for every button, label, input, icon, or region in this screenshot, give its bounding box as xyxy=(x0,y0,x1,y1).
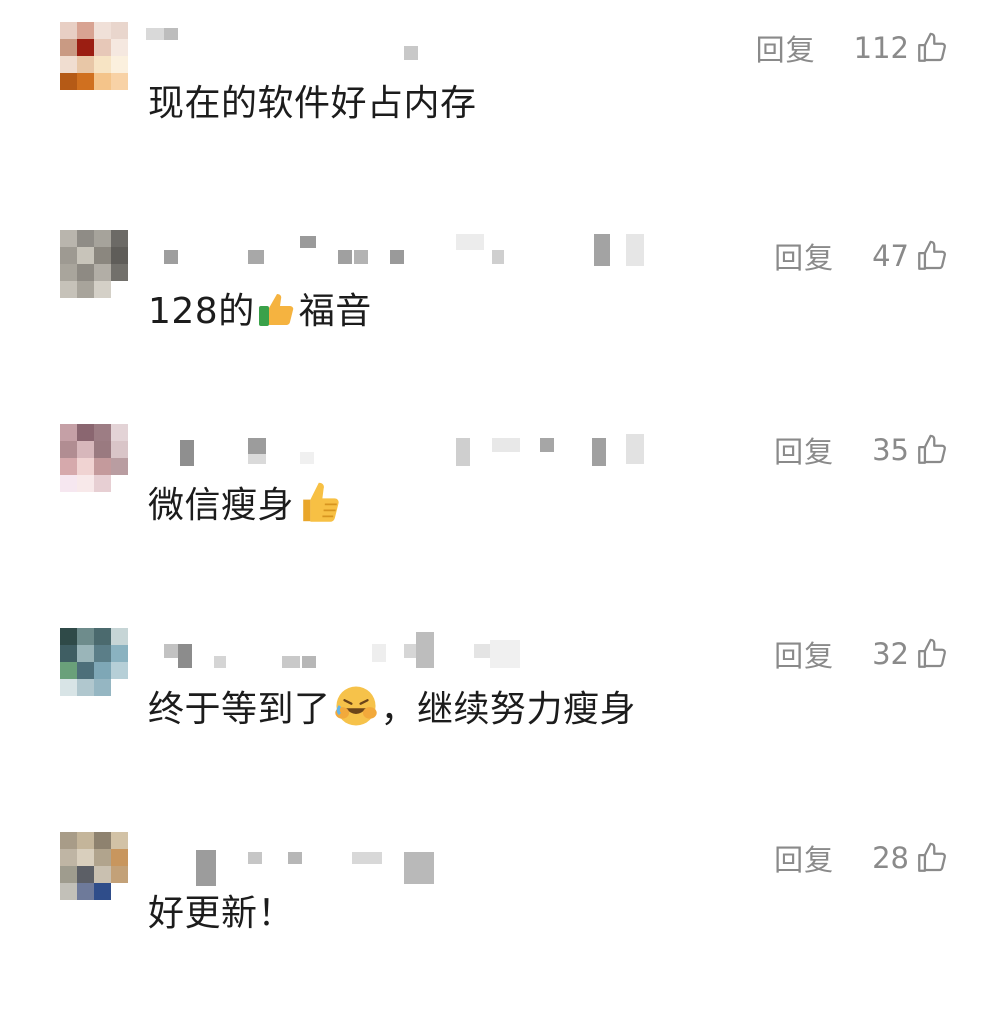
thumbs-up-icon[interactable] xyxy=(915,637,949,671)
avatar[interactable] xyxy=(60,230,128,298)
comment-text-part: 微信瘦身 xyxy=(148,485,295,526)
username-redacted[interactable] xyxy=(140,22,660,62)
reply-button[interactable]: 回复 xyxy=(774,429,834,471)
like-count: 35 xyxy=(872,433,909,467)
comment-text-part: 128的 xyxy=(148,291,255,332)
like-count: 32 xyxy=(872,637,909,671)
reply-button[interactable]: 回复 xyxy=(756,27,816,69)
rolling-laughing-face-icon xyxy=(334,686,377,726)
comment-text: 终于等到了 ，继续努力瘦身 xyxy=(148,680,636,732)
username-redacted[interactable] xyxy=(140,628,660,668)
comment-text-part: 福音 xyxy=(298,291,372,332)
thumbs-up-emoji-icon xyxy=(303,482,339,522)
comment-text: 微信瘦身 xyxy=(148,476,346,528)
username-redacted[interactable] xyxy=(140,832,660,886)
reply-button[interactable]: 回复 xyxy=(774,235,834,277)
comment-text: 现在的软件好占内存 xyxy=(148,83,477,124)
comment-text-part: ，继续努力瘦身 xyxy=(380,689,637,730)
comment-item: 回复 112 现在的软件好占内存 xyxy=(0,22,985,212)
avatar[interactable] xyxy=(60,628,128,696)
comment-text: 好更新！ xyxy=(148,893,295,934)
comment-item: 回复 47 128的 福音 xyxy=(0,230,985,420)
like-count: 112 xyxy=(853,31,909,65)
avatar[interactable] xyxy=(60,832,128,900)
comment-item: 回复 28 好更新！ xyxy=(0,832,985,1022)
comment-text-part: 终于等到了 xyxy=(148,689,331,730)
comment-item: 回复 32 终于等到了 ，继续努力瘦身 xyxy=(0,628,985,818)
username-redacted[interactable] xyxy=(140,424,660,466)
avatar[interactable] xyxy=(60,22,128,90)
avatar[interactable] xyxy=(60,424,128,492)
thumbs-up-icon[interactable] xyxy=(915,239,949,273)
username-redacted[interactable] xyxy=(140,230,660,270)
thumbs-up-icon[interactable] xyxy=(915,841,949,875)
like-count: 28 xyxy=(872,841,909,875)
reply-button[interactable]: 回复 xyxy=(774,837,834,879)
thumbs-up-icon[interactable] xyxy=(915,433,949,467)
thumbs-up-icon[interactable] xyxy=(915,31,949,65)
comment-text: 128的 福音 xyxy=(148,282,372,334)
like-count: 47 xyxy=(872,239,909,273)
reply-button[interactable]: 回复 xyxy=(774,633,834,675)
comment-item: 回复 35 微信瘦身 xyxy=(0,424,985,614)
thumbs-up-green-sleeve-icon xyxy=(258,294,293,326)
